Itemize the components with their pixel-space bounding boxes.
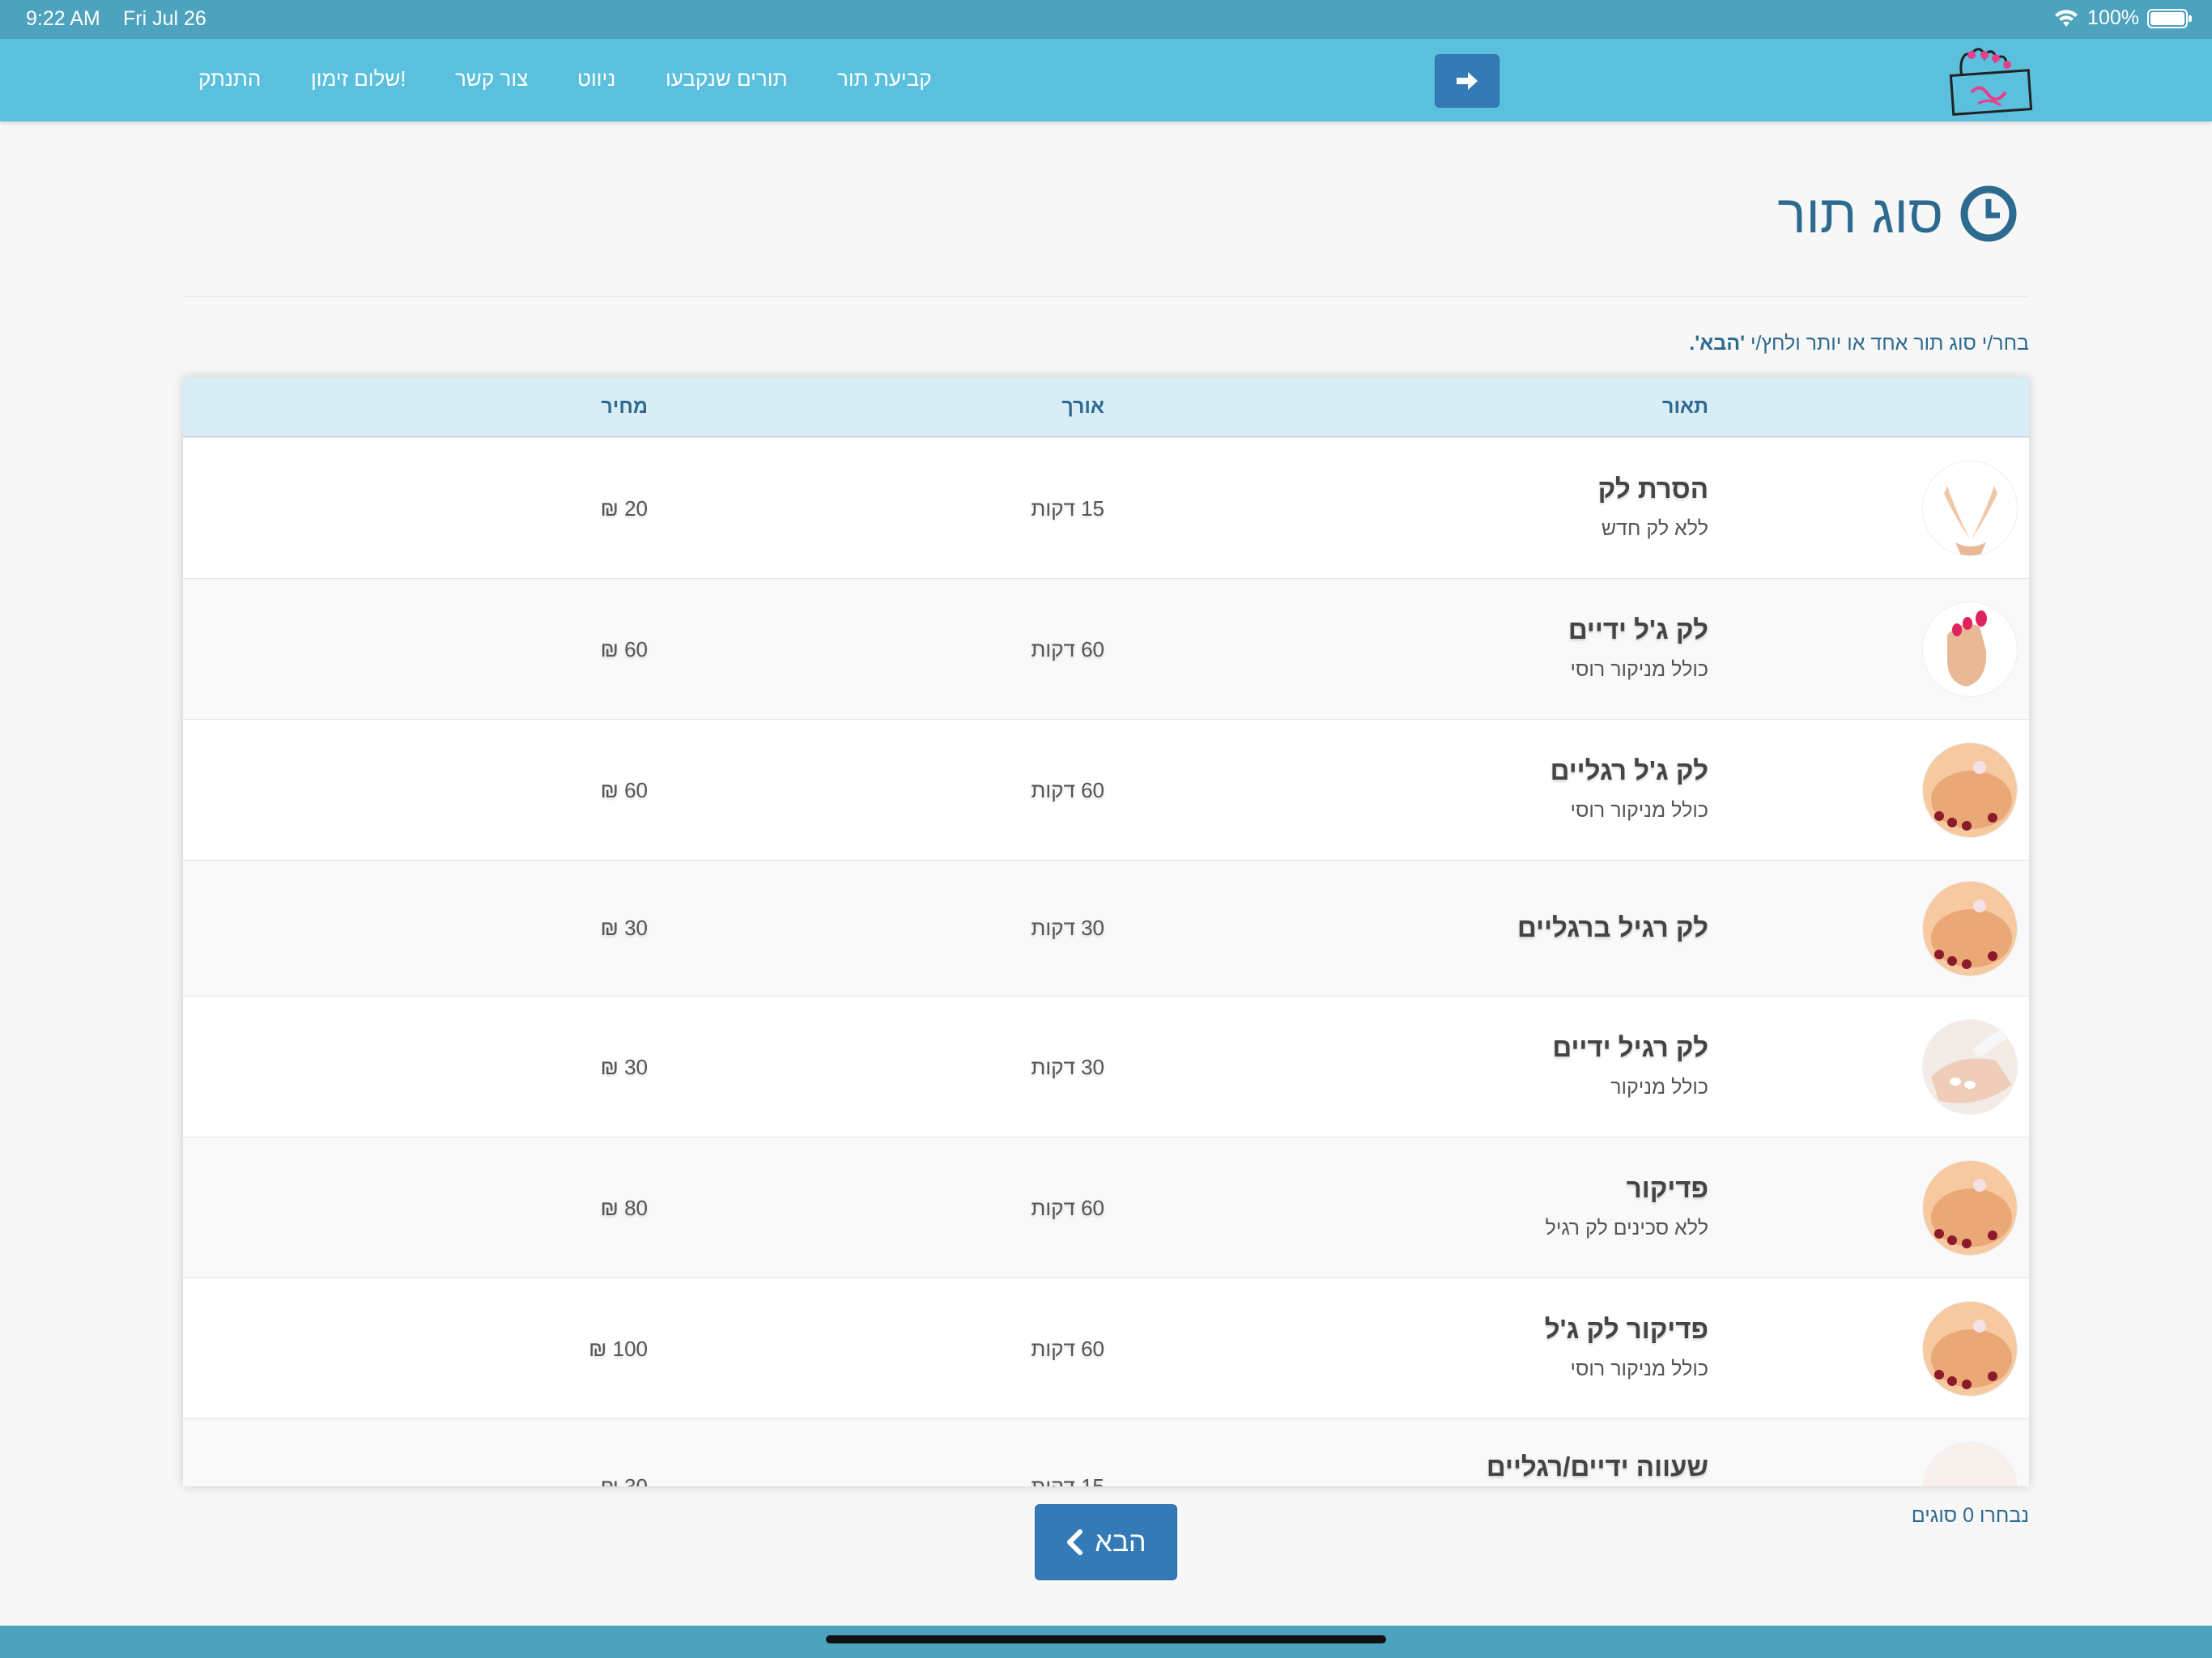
service-duration: 60 דקות <box>1031 637 1104 661</box>
brand-logo[interactable] <box>1947 44 2036 117</box>
service-title: לק רגיל ידיים <box>1552 1032 1708 1062</box>
service-price: 60 ₪ <box>600 778 648 802</box>
service-price: 60 ₪ <box>600 637 648 661</box>
service-duration: 60 דקות <box>1031 1196 1104 1220</box>
service-title: פדיקור <box>1626 1173 1708 1203</box>
table-row[interactable]: פדיקור לק ג'ל כולל מניקור רוסי 60 דקות 1… <box>183 1278 2029 1418</box>
status-right: 100% <box>2053 6 2192 30</box>
header-description: תאור <box>1662 395 1708 418</box>
service-title: פדיקור לק ג'ל <box>1544 1314 1708 1344</box>
feet-icon <box>1922 742 2018 838</box>
header-price: מחיר <box>601 395 648 418</box>
navbar: קביעת תור תורים שנקבעו ניווט צור קשר שלו… <box>0 39 2212 121</box>
battery-icon <box>2147 8 2192 28</box>
divider <box>183 296 2029 297</box>
status-time: 9:22 AM <box>26 7 100 30</box>
chevron-left-icon <box>1067 1529 1083 1555</box>
feet-icon <box>1922 1160 2018 1256</box>
table-row[interactable]: לק רגיל ברגליים 30 דקות 30 ₪ <box>183 860 2029 996</box>
service-price: 20 ₪ <box>600 496 648 521</box>
page-title-text: סוג תור <box>1777 184 1943 244</box>
service-duration: 30 דקות <box>1031 1055 1104 1079</box>
clock-icon <box>1960 185 2017 242</box>
manicure-icon <box>1922 1019 2018 1115</box>
table-row[interactable]: לק ג'ל רגליים כולל מניקור רוסי 60 דקות 6… <box>183 719 2029 860</box>
nav-logout[interactable]: התנתק <box>198 66 261 91</box>
battery-percent: 100% <box>2087 6 2139 29</box>
nav-navigation[interactable]: ניווט <box>577 66 615 91</box>
arrow-right-icon <box>1457 72 1478 90</box>
service-title: שעווה ידיים/רגליים <box>1486 1452 1708 1482</box>
service-subtitle: כולל מניקור רוסי <box>1570 799 1708 822</box>
home-indicator[interactable] <box>826 1635 1386 1643</box>
table-row[interactable]: שעווה ידיים/רגליים 15 דקות 30 ₪ <box>183 1418 2029 1486</box>
service-duration: 60 דקות <box>1031 778 1104 802</box>
instructions: בחר/י סוג תור אחד או יותר ולחץ/י 'הבא'. <box>1689 332 2029 355</box>
service-subtitle: ללא סכינים לק רגיל <box>1545 1217 1708 1239</box>
instructions-text: בחר/י סוג תור אחד או יותר ולחץ/י <box>1745 332 2029 355</box>
nav-book-appointment[interactable]: קביעת תור <box>837 66 932 91</box>
table-row[interactable]: הסרת לק ללא לק חדש 15 דקות 20 ₪ <box>183 437 2029 578</box>
header-duration: אורך <box>1061 395 1104 418</box>
table-row[interactable]: לק ג'ל ידיים כולל מניקור רוסי 60 דקות 60… <box>183 578 2029 719</box>
nav-contact[interactable]: צור קשר <box>455 66 528 91</box>
service-subtitle: כולל מניקור <box>1610 1076 1708 1099</box>
forward-button[interactable] <box>1435 54 1499 108</box>
next-button-label: הבא <box>1095 1526 1146 1558</box>
feet-icon <box>1922 881 2018 976</box>
service-price: 30 ₪ <box>600 1055 648 1079</box>
service-price: 30 ₪ <box>600 916 648 940</box>
service-duration: 15 דקות <box>1031 496 1104 521</box>
service-price: 30 ₪ <box>600 1474 648 1486</box>
instructions-next: 'הבא'. <box>1689 332 1746 355</box>
nav-booked-appointments[interactable]: תורים שנקבעו <box>666 66 788 91</box>
wifi-icon <box>2055 9 2078 27</box>
service-title: לק ג'ל ידיים <box>1568 614 1708 644</box>
selected-count: נבחרו 0 סוגים <box>1911 1504 2029 1527</box>
service-title: לק רגיל ברגליים <box>1517 912 1708 942</box>
feet-icon <box>1922 1301 2018 1397</box>
hands-icon <box>1922 461 2018 556</box>
service-title: לק ג'ל רגליים <box>1550 755 1708 785</box>
next-button[interactable]: הבא <box>1035 1504 1177 1580</box>
service-subtitle: כולל מניקור רוסי <box>1570 1358 1708 1380</box>
leg-icon <box>1922 1442 2018 1486</box>
service-subtitle: ללא לק חדש <box>1601 517 1708 540</box>
table-row[interactable]: פדיקור ללא סכינים לק רגיל 60 דקות 80 ₪ <box>183 1137 2029 1278</box>
nav-greeting[interactable]: שלום זימון! <box>311 66 406 91</box>
status-bar: 9:22 AM Fri Jul 26 100% <box>0 0 2212 39</box>
hand-nails-icon <box>1922 602 2018 697</box>
nav-links: קביעת תור תורים שנקבעו ניווט צור קשר שלו… <box>0 39 972 121</box>
service-duration: 15 דקות <box>1031 1474 1104 1486</box>
status-date: Fri Jul 26 <box>123 7 206 30</box>
service-duration: 60 דקות <box>1031 1337 1104 1361</box>
table-header: תאור אורך מחיר <box>183 377 2029 437</box>
services-table: תאור אורך מחיר הסרת לק ללא לק חדש 15 דקו… <box>183 377 2029 1486</box>
service-price: 80 ₪ <box>600 1196 648 1220</box>
service-duration: 30 דקות <box>1031 916 1104 940</box>
page-title: סוג תור <box>1777 183 2018 244</box>
table-row[interactable]: לק רגיל ידיים כולל מניקור 30 דקות 30 ₪ <box>183 996 2029 1137</box>
service-title: הסרת לק <box>1597 474 1708 504</box>
service-price: 100 ₪ <box>589 1337 648 1361</box>
service-subtitle: כולל מניקור רוסי <box>1570 658 1708 681</box>
